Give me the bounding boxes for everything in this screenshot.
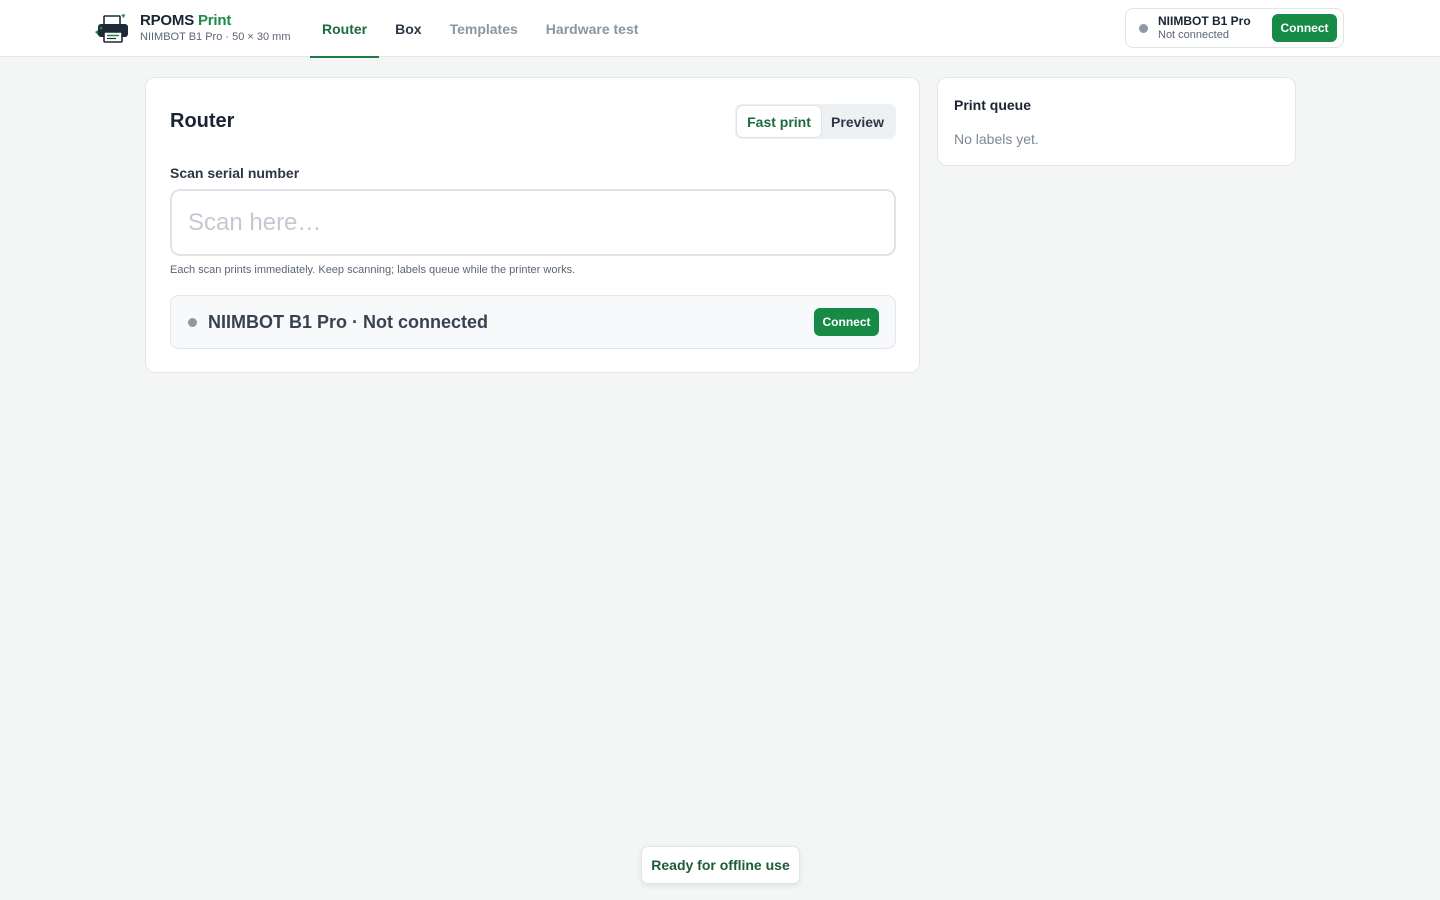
top-bar: RPOMS Print NIIMBOT B1 Pro · 50 × 30 mm … [0,0,1440,58]
printer-status-row: NIIMBOT B1 Pro · Not connected Connect [170,295,896,349]
queue-title: Print queue [954,97,1032,113]
connect-button[interactable]: Connect [814,308,879,336]
main-nav: Router Box Templates Hardware test [310,0,654,58]
app-subtitle: NIIMBOT B1 Pro · 50 × 30 mm [140,31,291,43]
preview-button[interactable]: Preview [821,106,894,137]
app-title: RPOMS Print [140,12,232,29]
tab-hardware-test[interactable]: Hardware test [534,0,651,57]
header-printer-status: NIIMBOT B1 Pro Not connected Connect [1125,8,1344,48]
brand[interactable]: RPOMS Print NIIMBOT B1 Pro · 50 × 30 mm [95,12,290,45]
tab-templates[interactable]: Templates [438,0,530,57]
queue-empty-text: No labels yet. [954,131,1039,147]
printer-logo-icon [95,14,128,43]
status-dot-icon [1139,23,1148,33]
print-mode-toggle: Fast print Preview [735,104,896,139]
fast-print-button[interactable]: Fast print [737,106,821,137]
status-dot-icon [188,318,197,327]
offline-toast: Ready for offline use [641,846,800,884]
scan-label: Scan serial number [170,165,300,181]
router-card: Router Fast print Preview Scan serial nu… [145,77,920,373]
print-queue-card: Print queue No labels yet. [937,77,1296,166]
tab-router[interactable]: Router [310,0,380,58]
scan-hint: Each scan prints immediately. Keep scann… [170,264,576,276]
tab-box[interactable]: Box [383,0,433,57]
scan-input[interactable] [170,189,896,256]
card-title: Router [170,110,235,132]
header-connect-button[interactable]: Connect [1272,14,1337,42]
printer-status-text: NIIMBOT B1 Pro · Not connected [208,312,489,332]
printer-connection-status: Not connected [1158,29,1229,41]
printer-name: NIIMBOT B1 Pro [1158,14,1251,28]
